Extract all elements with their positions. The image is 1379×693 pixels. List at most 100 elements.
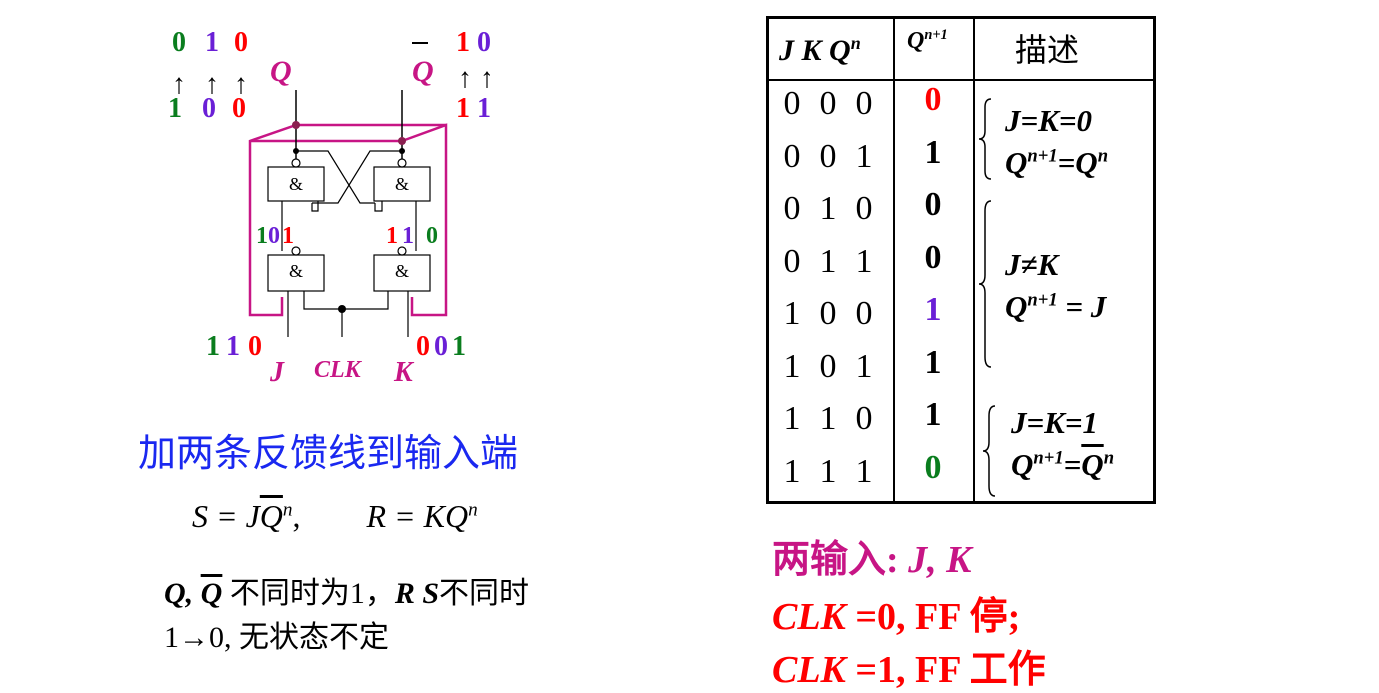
right-transition-digits: 1 0 1 1 ↑ ↑: [456, 27, 490, 124]
table-cell-input: 1: [783, 347, 801, 385]
table-cell-input: 1: [783, 400, 801, 437]
junction-qbar: [398, 137, 406, 145]
mid-left-digits: 1 0 1: [256, 223, 294, 249]
clk-0-line: CLK =0, FF 停;: [772, 596, 1021, 638]
gate-symbol: &: [289, 174, 303, 194]
table-row: 0110: [769, 239, 1149, 296]
svg-text:1: 1: [206, 331, 220, 362]
r-equation-sup: n: [468, 499, 478, 521]
svg-text:0: 0: [416, 331, 430, 362]
note-line-1: Q, Q 不同时为1，R S不同时: [164, 568, 529, 612]
left-transition-digits: 0 1 0 ↑ ↑ ↑ 1 0 0: [168, 27, 248, 124]
desc-toggle: Qn+1=Qn: [1011, 447, 1115, 482]
desc-j-ne-k: J≠K: [1005, 247, 1059, 282]
desc-jk-1: J=K=1: [1011, 405, 1099, 440]
svg-text:↑: ↑: [480, 63, 490, 94]
table-cell-input: 1: [855, 452, 873, 490]
note-text-2: 不同时: [439, 577, 530, 610]
svg-text:0: 0: [426, 223, 438, 249]
inputs-line: 两输入: J, K: [772, 539, 972, 581]
table-cell-output: 0: [924, 448, 942, 486]
table-cell-output: 1: [924, 396, 942, 433]
brace-group-2: [978, 200, 992, 368]
table-cell-input: 1: [855, 347, 873, 385]
table-cell-input: 0: [855, 295, 873, 332]
svg-text:0: 0: [172, 27, 186, 58]
svg-text:1: 1: [256, 223, 268, 249]
table-cell-input: 1: [855, 242, 873, 280]
table-cell-output: 1: [924, 133, 942, 171]
header-desc: 描述: [1015, 32, 1080, 68]
table-cell-input: 1: [819, 190, 837, 227]
gate-symbol: &: [289, 261, 303, 281]
q-label: Q: [270, 55, 292, 88]
note-q: Q,: [164, 577, 194, 610]
qbar-label: Q: [412, 55, 434, 88]
k-label: K: [393, 357, 415, 388]
table-cell-input: 1: [819, 400, 837, 437]
svg-text:1: 1: [452, 331, 466, 362]
gate-symbol: &: [395, 261, 409, 281]
header-jkq: J K Qn: [779, 33, 861, 67]
note-rs: R S: [394, 577, 440, 610]
table-cell-output: 0: [924, 81, 942, 118]
table-cell-input: 0: [819, 137, 837, 175]
svg-text:↑: ↑: [458, 63, 472, 94]
svg-text:1: 1: [226, 331, 240, 362]
k-input-digits: 0 0 1: [416, 331, 466, 362]
s-equation-lhs: S = J: [192, 498, 260, 534]
desc-follow-j: Qn+1 = J: [1005, 289, 1107, 324]
svg-text:0: 0: [477, 27, 490, 58]
clk-label: CLK: [314, 357, 363, 383]
table-cell-input: 0: [783, 190, 801, 227]
svg-text:0: 0: [248, 331, 262, 362]
table-cell-input: 1: [783, 295, 801, 332]
table-cell-input: 1: [783, 452, 801, 490]
note-line-2: 1→0, 无状态不定: [164, 621, 389, 654]
svg-text:0: 0: [234, 27, 248, 58]
j-input-digits: 1 1 0: [206, 331, 262, 362]
svg-text:0: 0: [268, 223, 280, 249]
table-cell-input: 0: [819, 347, 837, 385]
note-text-1: 不同时为1，: [229, 577, 395, 610]
svg-text:0: 0: [232, 93, 246, 124]
table-cell-input: 0: [783, 137, 801, 175]
brace-group-3: [982, 405, 996, 497]
s-equation-comma: ,: [292, 498, 301, 534]
table-cell-input: 1: [855, 137, 873, 175]
equation: S = JQn, R = KQn: [192, 498, 478, 535]
table-cell-input: 0: [783, 85, 801, 122]
r-equation-lhs: R = KQ: [366, 498, 469, 534]
svg-text:1: 1: [402, 223, 414, 249]
table-cell-input: 1: [819, 242, 837, 280]
clk-1-line: CLK =1, FF 工作: [772, 649, 1046, 691]
svg-text:1: 1: [477, 93, 490, 124]
s-equation-sup: n: [282, 499, 293, 521]
table-cell-input: 0: [855, 400, 873, 437]
table-cell-output: 0: [924, 186, 942, 223]
svg-text:1: 1: [168, 93, 182, 124]
svg-text:1: 1: [205, 27, 219, 58]
svg-text:1: 1: [386, 223, 398, 249]
junction-q: [292, 121, 300, 129]
table-cell-output: 0: [924, 238, 942, 276]
header-qn1: Qn+1: [907, 27, 948, 54]
table-cell-input: 0: [783, 242, 801, 280]
table-row: 0100: [769, 186, 1149, 243]
svg-text:0: 0: [434, 331, 448, 362]
svg-text:1: 1: [282, 223, 294, 249]
desc-hold: Qn+1=Qn: [1005, 145, 1109, 180]
desc-jk-0: J=K=0: [1005, 103, 1093, 138]
table-cell-input: 0: [819, 85, 837, 122]
note-qbar: Q: [200, 577, 223, 610]
svg-text:0: 0: [202, 93, 216, 124]
table-row: 1011: [769, 344, 1149, 401]
svg-text:1: 1: [456, 27, 470, 58]
clk-junction: [338, 305, 346, 313]
table-cell-output: 1: [924, 343, 942, 381]
table-cell-input: 0: [819, 295, 837, 332]
table-cell-output: 1: [924, 291, 942, 328]
gate-symbol: &: [395, 174, 409, 194]
table-cell-input: 0: [855, 190, 873, 227]
jk-flip-flop-circuit: & & & & Q Q 0 1 0 ↑ ↑ ↑ 1 0 0 1 0 1 1 ↑ …: [168, 27, 490, 388]
